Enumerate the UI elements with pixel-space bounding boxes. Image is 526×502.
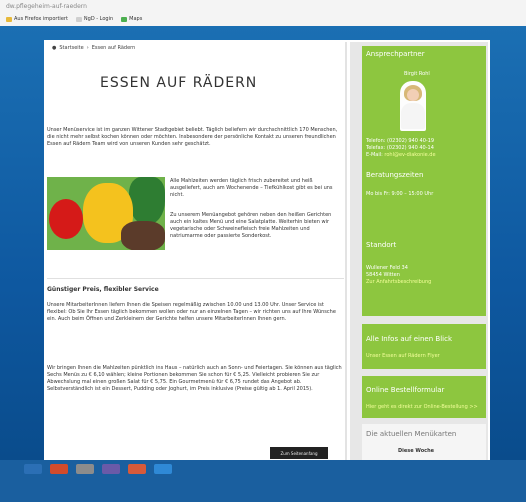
- maps-icon: [121, 16, 128, 22]
- contact-phone: Telefon: (02302) 940 40-19: [366, 138, 435, 144]
- route-link[interactable]: Zur Anfahrtsbeschreibung: [366, 279, 431, 286]
- taskbar-app[interactable]: [102, 464, 120, 474]
- browser-toolbar: dw.pflegeheim-auf-raedern Aus Firefox im…: [0, 0, 526, 27]
- address-bar[interactable]: dw.pflegeheim-auf-raedern: [6, 3, 87, 10]
- breadcrumb-current: Essen auf Rädern: [91, 45, 136, 51]
- order-link[interactable]: Hier geht es direkt zur Online-Bestellun…: [366, 404, 484, 411]
- bookmark-ngd-login[interactable]: NgD - Login: [75, 16, 113, 22]
- location-pin-icon: ●: [52, 45, 57, 51]
- section-heading: Günstiger Preis, flexibler Service: [47, 286, 159, 293]
- section-divider: [47, 278, 344, 279]
- info-box: [362, 324, 486, 369]
- scroll-to-top-button[interactable]: Zum Seitenanfang: [270, 447, 328, 459]
- hours-text: Mo bis Fr: 9:00 – 15:00 Uhr: [366, 191, 434, 197]
- location-title: Standort: [366, 241, 397, 249]
- taskbar-files[interactable]: [76, 464, 94, 474]
- vegetables-image: [47, 177, 165, 250]
- price-text: Wir bringen Ihnen die Mahlzeiten pünktli…: [47, 365, 342, 392]
- intro-text: Unser Menüservice ist im ganzen Wittener…: [47, 127, 338, 147]
- taskbar-app-2[interactable]: [154, 464, 172, 474]
- info-title: Alle Infos auf einen Blick: [366, 335, 452, 343]
- contact-fax: Telefax: (02302) 940 40-14: [366, 145, 434, 151]
- mail-link[interactable]: rohl@ev-diakonie.de: [384, 152, 435, 158]
- breadcrumb-separator: ›: [86, 45, 89, 51]
- location-city: 58454 Witten: [366, 272, 400, 278]
- start-button[interactable]: [24, 464, 42, 474]
- menu-week-link[interactable]: Diese Woche: [398, 448, 434, 454]
- hours-title: Beratungszeiten: [366, 171, 424, 179]
- bookmark-firefox[interactable]: Aus Firefox importiert: [6, 16, 68, 22]
- flyer-link[interactable]: Unser Essen auf Rädern Flyer: [366, 353, 440, 360]
- order-box: [362, 376, 486, 418]
- service-text: Unsere MitarbeiterInnen liefern Ihnen di…: [47, 302, 336, 322]
- breadcrumb: ● Startseite › Essen auf Rädern: [52, 45, 135, 51]
- main-content: [47, 42, 344, 470]
- bookmark-maps[interactable]: Maps: [121, 16, 142, 22]
- contact-avatar: [400, 81, 426, 131]
- float-text-menu: Zu unserem Menüangebot gehören neben den…: [170, 212, 332, 239]
- bookmarks-bar: Aus Firefox importiert NgD - Login Maps: [6, 16, 142, 22]
- taskbar-powerpoint[interactable]: [128, 464, 146, 474]
- contact-name: Birgit Rohl: [404, 71, 430, 77]
- order-title: Online Bestellformular: [366, 386, 445, 394]
- page-title: ESSEN AUF RÄDERN: [100, 75, 258, 91]
- contact-mail: E-Mail: rohl@ev-diakonie.de: [366, 152, 436, 158]
- contact-title: Ansprechpartner: [366, 50, 425, 58]
- float-text-fresh: Alle Mahlzeiten werden täglich frisch zu…: [170, 178, 333, 198]
- location-street: Wullener Feld 34: [366, 265, 408, 271]
- menu-title: Die aktuellen Menükarten: [366, 430, 457, 438]
- breadcrumb-home[interactable]: Startseite: [59, 45, 83, 51]
- column-divider: [345, 42, 347, 470]
- taskbar-browser[interactable]: [50, 464, 68, 474]
- page-icon: [75, 16, 82, 22]
- folder-icon: [6, 16, 12, 22]
